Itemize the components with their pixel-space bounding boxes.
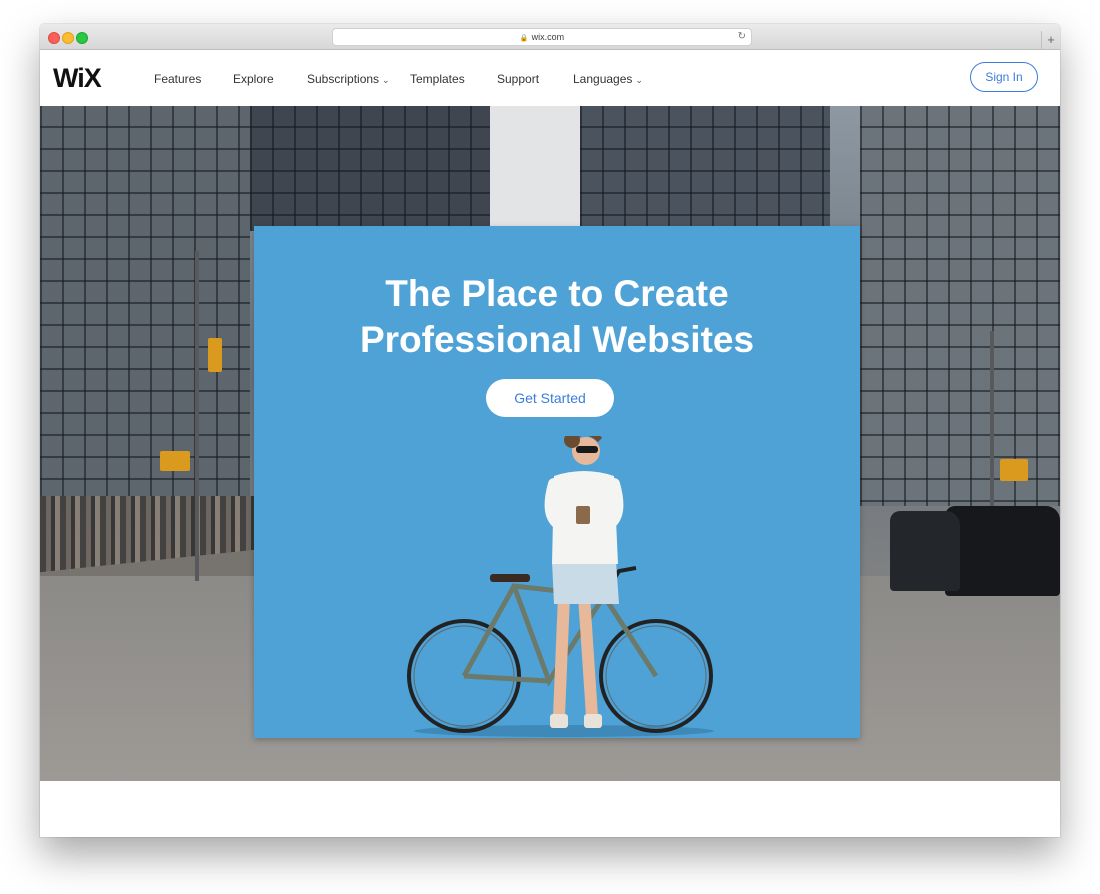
address-bar-url: wix.com — [531, 32, 565, 42]
traffic-pole-left — [195, 251, 199, 581]
sign-in-button[interactable]: Sign In — [970, 62, 1038, 92]
reload-icon[interactable]: ↻ — [738, 29, 746, 45]
sky-backdrop — [490, 106, 580, 231]
zoom-window-button[interactable] — [76, 32, 88, 44]
building-right — [860, 106, 1060, 506]
hero-panel: The Place to Create Professional Website… — [254, 226, 860, 738]
nav-item-label: Languages — [573, 72, 633, 86]
traffic-light-left-low — [160, 451, 190, 471]
chevron-down-icon: ⌄ — [635, 75, 643, 85]
hero-heading-line: Professional Websites — [359, 319, 755, 360]
wix-logo[interactable]: WiX — [53, 63, 102, 93]
nav-item-label: Templates — [410, 72, 465, 86]
hero-heading-line: The Place to Create — [385, 273, 729, 314]
building-left — [40, 106, 250, 496]
nav-item-subscriptions[interactable]: Subscriptions ⌄ — [307, 71, 390, 88]
hero-section: The Place to Create Professional Website… — [40, 106, 1060, 781]
nav-item-label: Subscriptions — [307, 72, 380, 86]
nav-item-label: Explore — [233, 72, 274, 86]
chevron-down-icon: ⌄ — [382, 75, 390, 85]
nav-item-label: Support — [497, 72, 540, 86]
site-header: WiX Features Explore Subscriptions ⌄ Temp… — [40, 50, 1060, 107]
traffic-light-right — [1000, 459, 1028, 481]
new-tab-button[interactable]: + — [1041, 31, 1060, 49]
lock-icon: 🔒 — [519, 35, 529, 42]
building-center-left — [250, 106, 490, 231]
parked-car — [945, 506, 1060, 596]
browser-window: 🔒 wix.com ↻ + WiX Features Explore Subscr… — [40, 24, 1060, 837]
get-started-button[interactable]: Get Started — [486, 379, 614, 417]
nav-item-features[interactable]: Features — [154, 71, 201, 87]
close-window-button[interactable] — [48, 32, 60, 44]
hero-heading: The Place to Create Professional Website… — [254, 271, 860, 363]
traffic-light-left — [208, 338, 222, 372]
nav-item-label: Features — [154, 72, 202, 86]
minimize-window-button[interactable] — [62, 32, 74, 44]
nav-item-languages[interactable]: Languages ⌄ — [573, 71, 643, 88]
building-center-right — [580, 106, 830, 231]
browser-toolbar: 🔒 wix.com ↻ + — [40, 24, 1060, 50]
woman-with-bicycle-image — [407, 436, 714, 737]
nav-item-support[interactable]: Support — [497, 71, 539, 87]
nav-item-templates[interactable]: Templates — [410, 71, 465, 87]
nav-item-explore[interactable]: Explore — [233, 71, 274, 87]
parked-car — [890, 511, 960, 591]
address-bar[interactable]: 🔒 wix.com ↻ — [332, 28, 752, 46]
page-bottom — [40, 781, 1060, 837]
